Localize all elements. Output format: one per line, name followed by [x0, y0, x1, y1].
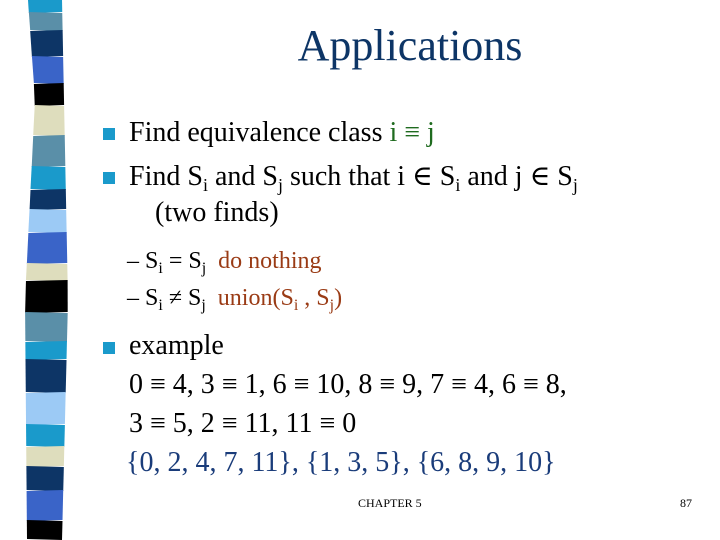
dash-marker: –: [127, 248, 139, 274]
bullet-marker: [103, 128, 115, 140]
stripe-segment: [26, 490, 64, 521]
example-relations-line-2: 3 ≡ 5, 2 ≡ 11, 11 ≡ 0: [129, 408, 357, 439]
sub-bullet-not-equal: – Si ≠ Sj union(Si , Sj): [127, 283, 343, 314]
stripe-segment: [33, 83, 65, 106]
bullet-continuation: (two finds): [155, 197, 279, 228]
text: such that i ∈ S: [282, 161, 456, 192]
stripe-segment: [26, 520, 63, 540]
dash-marker: –: [127, 285, 139, 311]
action-text: union(Si , Sj): [217, 285, 343, 314]
stripe-segment: [29, 189, 67, 210]
text: ): [334, 285, 343, 311]
example-result-classes: {0, 2, 4, 7, 11}, {1, 3, 5}, {6, 8, 9, 1…: [126, 447, 556, 478]
bullet-marker: [103, 172, 115, 184]
text: ≠ S: [162, 285, 202, 311]
stripe-segment: [26, 466, 64, 491]
subscript: j: [572, 175, 578, 195]
text: Find S: [129, 161, 203, 192]
stripe-segment: [26, 424, 65, 447]
text: S: [145, 285, 159, 311]
subscript: j: [201, 297, 206, 314]
stripe-segment: [25, 341, 67, 360]
stripe-segment: [26, 446, 65, 467]
text: , S: [298, 285, 330, 311]
stripe-segment: [26, 232, 68, 264]
decorative-stripe-bar: [25, 0, 68, 540]
bullet-marker: [103, 342, 115, 354]
action-text: do nothing: [218, 248, 322, 274]
text: S: [145, 248, 159, 274]
example-label: example: [129, 330, 224, 361]
footer-chapter: CHAPTER 5: [358, 496, 422, 510]
sub-bullet-equal: – Si = Sj do nothing: [127, 246, 322, 277]
stripe-segment: [25, 263, 68, 281]
stripe-segment: [25, 280, 68, 313]
text: and j ∈ S: [460, 161, 573, 192]
text: = S: [162, 248, 202, 274]
stripe-segment: [33, 105, 65, 136]
text: and S: [207, 161, 278, 192]
stripe-segment: [28, 0, 63, 13]
stripe-segment: [31, 135, 66, 167]
stripe-segment: [25, 359, 67, 393]
bullet-text: Find equivalence class: [129, 117, 390, 148]
bullet-equivalence-class: Find equivalence class i ≡ j: [129, 116, 435, 150]
slide-title: Applications: [297, 21, 523, 70]
equivalence-expression: i ≡ j: [389, 117, 435, 148]
bullet-find-sets: Find Si and Sj such that i ∈ Si and j ∈ …: [129, 160, 578, 194]
example-relations-line-1: 0 ≡ 4, 3 ≡ 1, 6 ≡ 10, 8 ≡ 9, 7 ≡ 4, 6 ≡ …: [129, 369, 567, 400]
subscript: j: [201, 260, 207, 277]
footer-page-number: 87: [680, 496, 692, 510]
stripe-segment: [28, 209, 67, 233]
stripe-segment: [30, 166, 66, 190]
stripe-segment: [25, 392, 66, 425]
stripe-segment: [25, 312, 68, 342]
text: union(S: [217, 285, 294, 311]
